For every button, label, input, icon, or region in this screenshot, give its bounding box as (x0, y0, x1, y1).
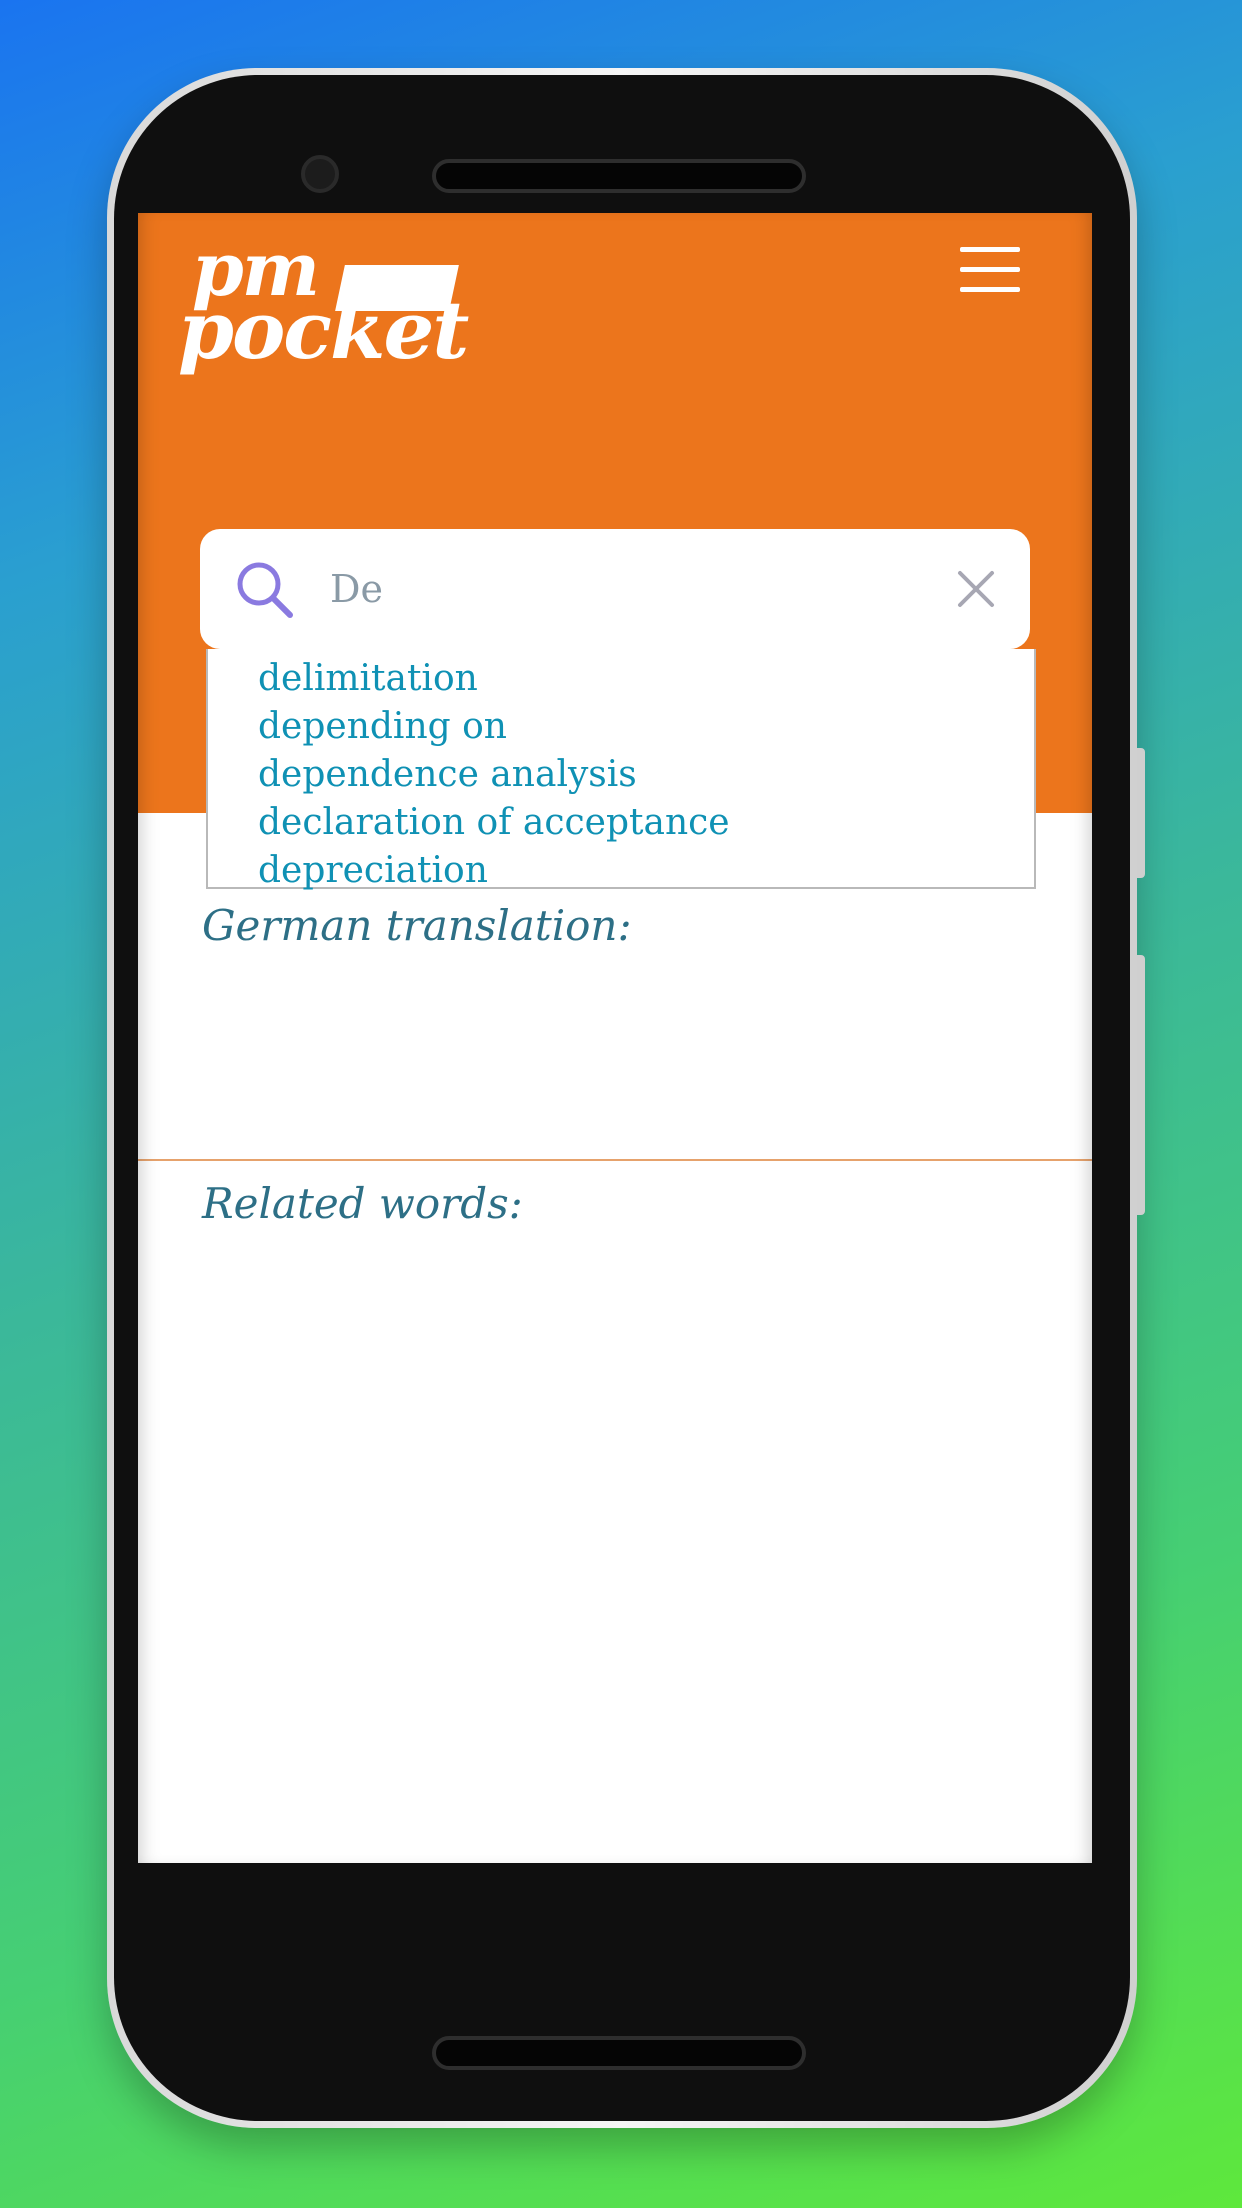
search-icon[interactable] (234, 559, 296, 621)
suggestion-item[interactable]: depending on (258, 703, 1034, 751)
app-screen: pm pocket delimitation depending on depe… (138, 213, 1092, 1863)
suggestion-item[interactable]: declaration of acceptance (258, 799, 1034, 847)
top-speaker (432, 159, 806, 193)
hamburger-menu-icon[interactable] (960, 243, 1020, 293)
pm-pocket-logo[interactable]: pm pocket (178, 227, 478, 377)
volume-button (1137, 748, 1145, 878)
suggestion-item[interactable]: depreciation (258, 847, 1034, 895)
front-camera (301, 155, 339, 193)
related-words-label: Related words: (202, 1179, 523, 1228)
search-bar[interactable] (200, 529, 1030, 649)
suggestion-item[interactable]: delimitation (258, 655, 1034, 703)
autocomplete-dropdown: delimitation depending on dependence ana… (206, 649, 1036, 891)
power-button (1137, 955, 1145, 1215)
suggestion-item[interactable]: dependence analysis (258, 751, 1034, 799)
bottom-speaker (432, 2036, 806, 2070)
close-icon[interactable] (952, 565, 1000, 613)
search-input[interactable] (330, 557, 930, 621)
german-translation-label: German translation: (202, 901, 632, 950)
section-divider (138, 1159, 1092, 1161)
logo-pocket-text: pocket (178, 283, 469, 377)
